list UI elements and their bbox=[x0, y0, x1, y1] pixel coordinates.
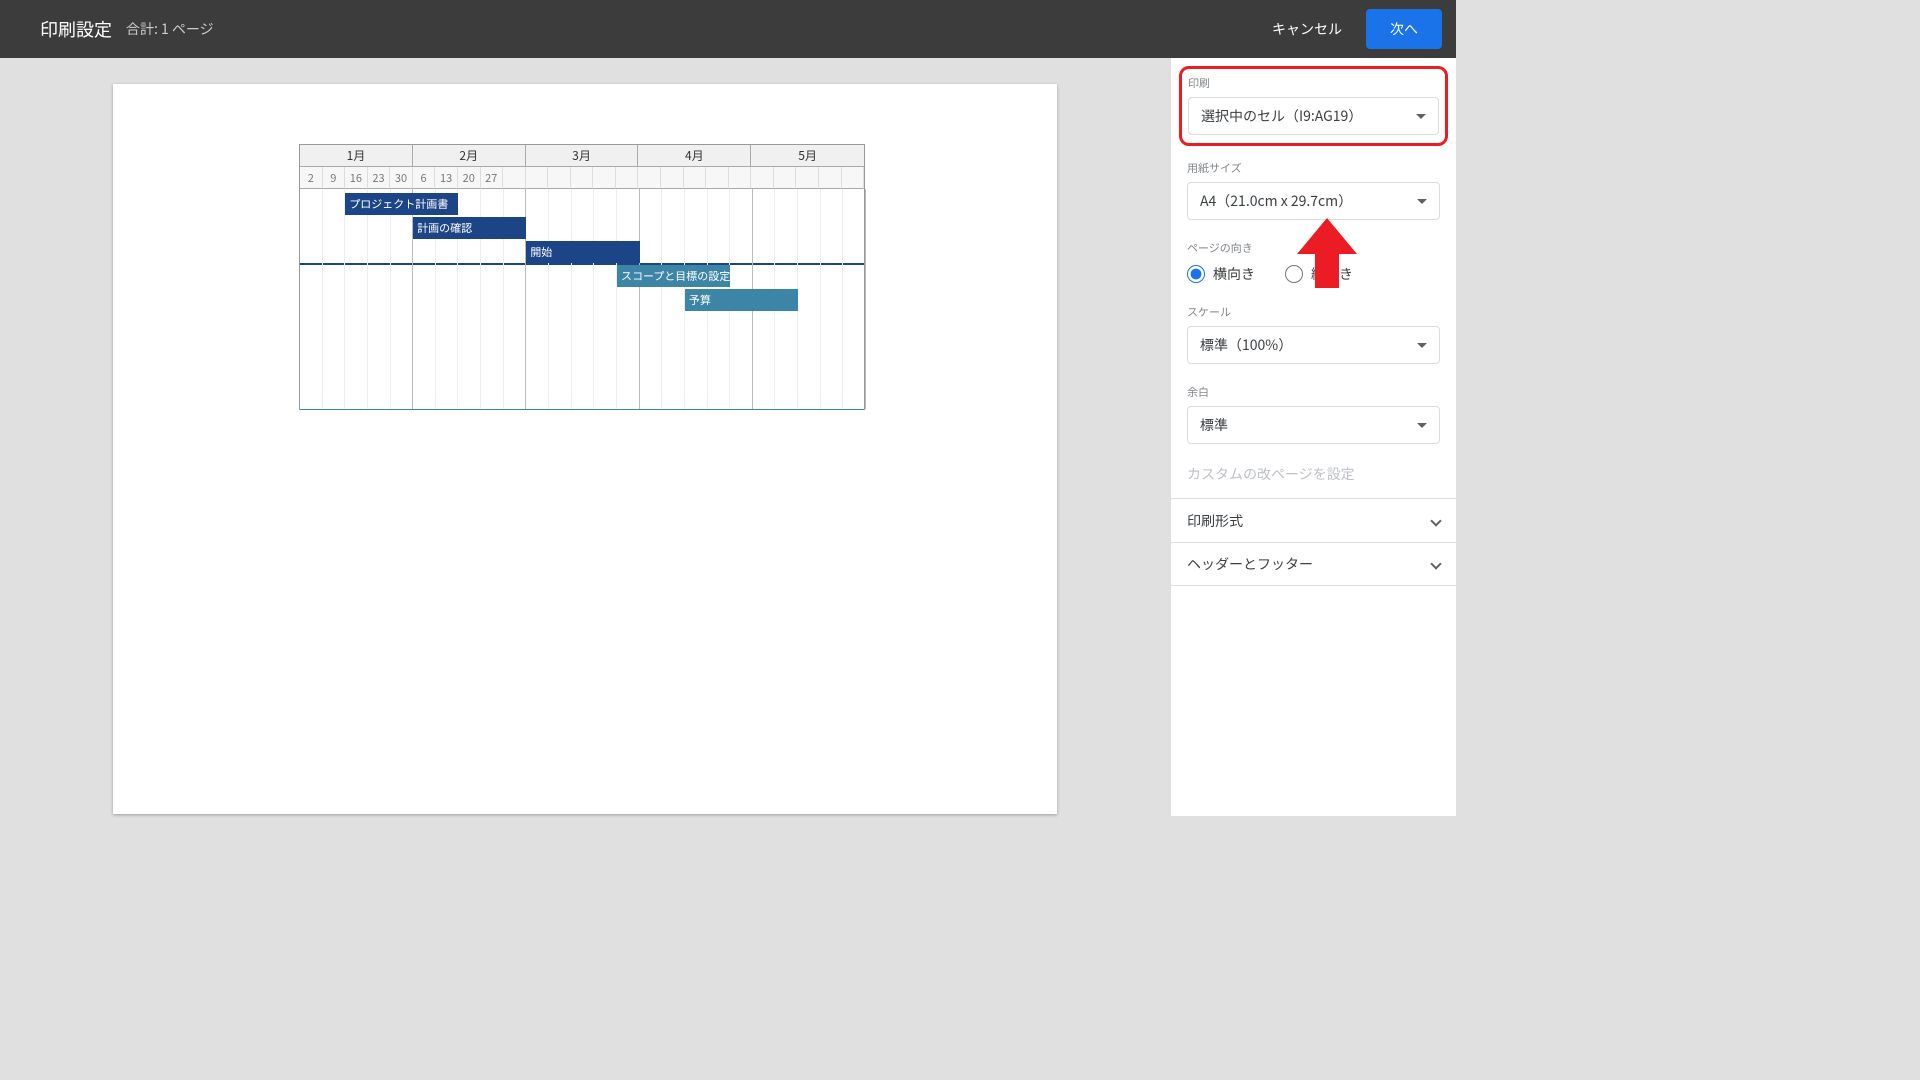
paper-size-select[interactable]: A4（21.0cm x 29.7cm） bbox=[1187, 182, 1440, 220]
margin-label: 余白 bbox=[1187, 384, 1440, 400]
scale-select[interactable]: 標準（100%） bbox=[1187, 326, 1440, 364]
gantt-grid-col bbox=[345, 189, 368, 409]
gantt-grid-col bbox=[323, 189, 346, 409]
gantt-day-header: 9 bbox=[323, 167, 346, 189]
preview-canvas: 1月2月3月4月5月 291623306132027 プロジェクト計画書計画の確… bbox=[0, 58, 1170, 816]
gantt-grid-col bbox=[549, 189, 572, 409]
gantt-bottom-line bbox=[300, 409, 864, 410]
paper-size-label: 用紙サイズ bbox=[1187, 160, 1440, 176]
gantt-bar: プロジェクト計画書 bbox=[345, 193, 458, 215]
gantt-bar: スコープと目標の設定 bbox=[617, 265, 730, 287]
gantt-grid-col bbox=[798, 189, 821, 409]
gantt-grid-col bbox=[594, 189, 617, 409]
settings-sidebar: 印刷 選択中のセル（I9:AG19） 用紙サイズ A4（21.0cm x 29.… bbox=[1170, 58, 1456, 816]
radio-landscape-input[interactable] bbox=[1187, 265, 1205, 283]
gantt-grid-col bbox=[300, 189, 323, 409]
gantt-day-header: 27 bbox=[481, 167, 504, 189]
page-title: 印刷設定 bbox=[40, 16, 112, 42]
gantt-grid-col bbox=[572, 189, 595, 409]
gantt-day-header bbox=[638, 167, 661, 189]
gantt-day-header bbox=[706, 167, 729, 189]
orientation-label: ページの向き bbox=[1187, 240, 1440, 256]
gantt-day-header bbox=[548, 167, 571, 189]
highlight-annotation: 印刷 選択中のセル（I9:AG19） bbox=[1179, 66, 1448, 146]
custom-page-breaks: カスタムの改ページを設定 bbox=[1187, 464, 1440, 484]
gantt-grid-col bbox=[526, 189, 549, 409]
scale-label: スケール bbox=[1187, 304, 1440, 320]
gantt-month-header: 3月 bbox=[526, 145, 639, 167]
gantt-bar: 予算 bbox=[685, 289, 798, 311]
margin-select[interactable]: 標準 bbox=[1187, 406, 1440, 444]
gantt-day-header bbox=[593, 167, 616, 189]
gantt-bar: 開始 bbox=[526, 241, 639, 263]
cancel-button[interactable]: キャンセル bbox=[1254, 9, 1360, 49]
gantt-day-header: 30 bbox=[390, 167, 413, 189]
gantt-day-header: 16 bbox=[345, 167, 368, 189]
gantt-grid-col bbox=[843, 189, 866, 409]
gantt-grid-col bbox=[662, 189, 685, 409]
headers-footers-expander[interactable]: ヘッダーとフッター bbox=[1171, 542, 1456, 586]
gantt-grid-col bbox=[617, 189, 640, 409]
gantt-chart: 1月2月3月4月5月 291623306132027 プロジェクト計画書計画の確… bbox=[299, 144, 865, 410]
gantt-day-header: 2 bbox=[300, 167, 323, 189]
gantt-month-header: 4月 bbox=[638, 145, 751, 167]
radio-portrait-input[interactable] bbox=[1285, 265, 1303, 283]
gantt-day-header bbox=[684, 167, 707, 189]
gantt-day-header: 23 bbox=[368, 167, 391, 189]
gantt-day-header: 20 bbox=[458, 167, 481, 189]
chevron-down-icon bbox=[1430, 558, 1441, 569]
gantt-grid-col bbox=[368, 189, 391, 409]
gantt-month-header: 5月 bbox=[751, 145, 864, 167]
gantt-day-header bbox=[661, 167, 684, 189]
gantt-bar: 計画の確認 bbox=[413, 217, 526, 239]
gantt-day-header: 6 bbox=[413, 167, 436, 189]
orientation-landscape[interactable]: 横向き bbox=[1187, 264, 1255, 284]
gantt-grid-col bbox=[821, 189, 844, 409]
header-bar: 印刷設定 合計: 1 ページ キャンセル 次へ bbox=[0, 0, 1456, 58]
gantt-day-header: 13 bbox=[435, 167, 458, 189]
chevron-down-icon bbox=[1430, 515, 1441, 526]
gantt-month-header: 2月 bbox=[413, 145, 526, 167]
gantt-day-header bbox=[751, 167, 774, 189]
gantt-day-header bbox=[796, 167, 819, 189]
gantt-grid-col bbox=[391, 189, 414, 409]
gantt-day-header bbox=[526, 167, 549, 189]
print-range-select[interactable]: 選択中のセル（I9:AG19） bbox=[1188, 97, 1439, 135]
next-button[interactable]: 次へ bbox=[1366, 9, 1442, 49]
gantt-day-header bbox=[774, 167, 797, 189]
page-count: 合計: 1 ページ bbox=[126, 19, 214, 39]
gantt-day-header bbox=[503, 167, 526, 189]
gantt-day-header bbox=[571, 167, 594, 189]
orientation-portrait[interactable]: 縦向き bbox=[1285, 264, 1353, 284]
print-format-expander[interactable]: 印刷形式 bbox=[1171, 498, 1456, 542]
gantt-day-header bbox=[616, 167, 639, 189]
gantt-day-header bbox=[842, 167, 865, 189]
gantt-day-header bbox=[819, 167, 842, 189]
gantt-day-header bbox=[729, 167, 752, 189]
print-range-label: 印刷 bbox=[1188, 75, 1439, 91]
gantt-month-header: 1月 bbox=[300, 145, 413, 167]
gantt-grid-col bbox=[640, 189, 663, 409]
preview-page: 1月2月3月4月5月 291623306132027 プロジェクト計画書計画の確… bbox=[113, 84, 1057, 814]
